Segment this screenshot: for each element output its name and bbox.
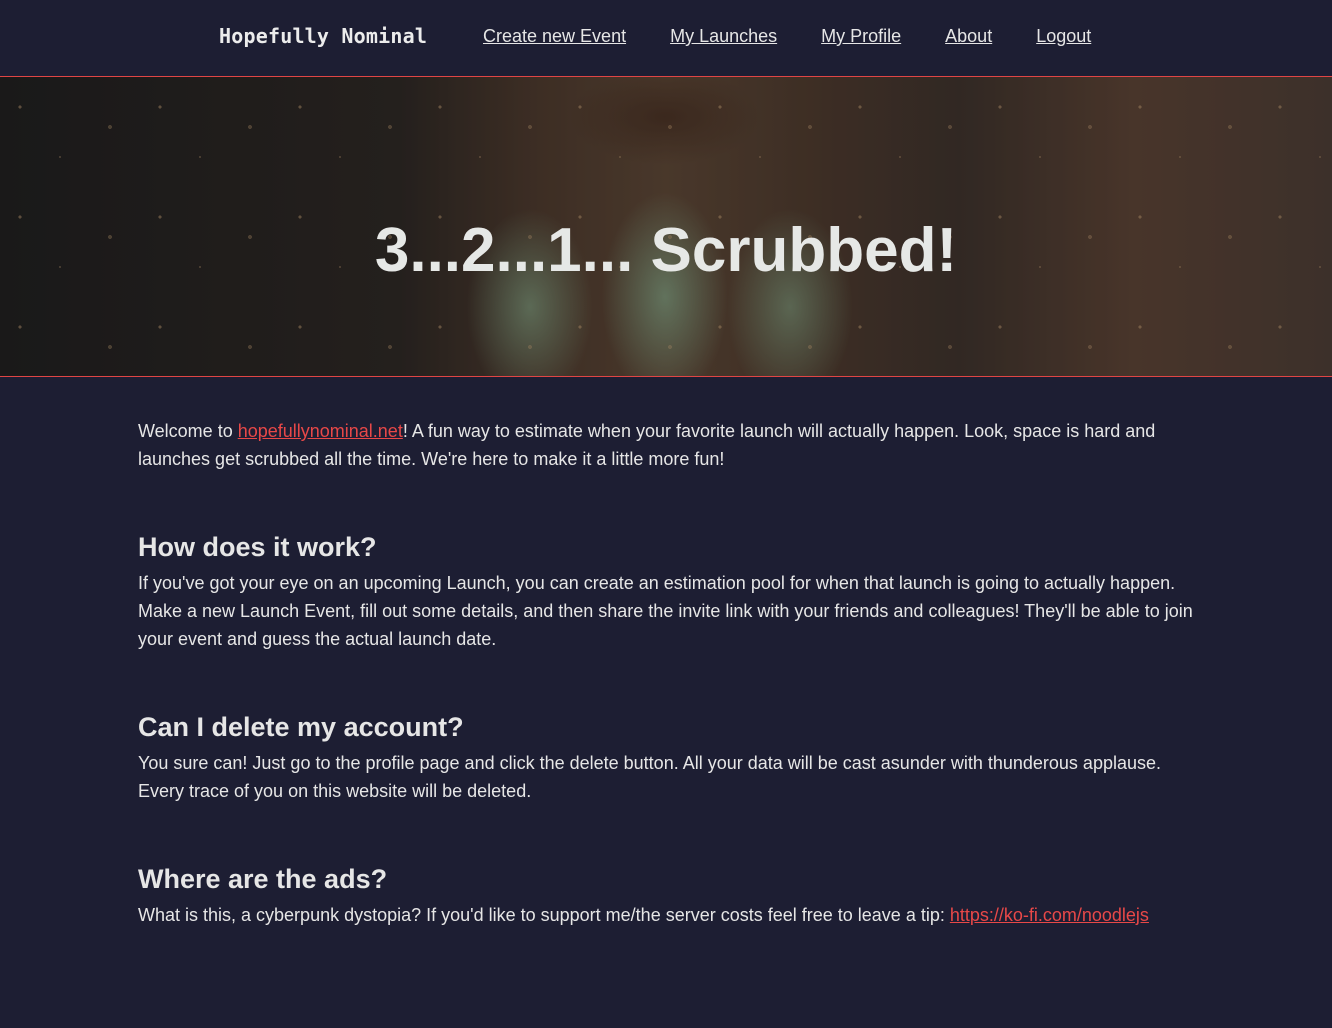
- site-link[interactable]: hopefullynominal.net: [238, 421, 403, 441]
- nav-my-launches[interactable]: My Launches: [670, 26, 777, 47]
- faq-answer: If you've got your eye on an upcoming La…: [138, 573, 1193, 649]
- kofi-link[interactable]: https://ko-fi.com/noodlejs: [950, 905, 1149, 925]
- nav-about[interactable]: About: [945, 26, 992, 47]
- faq-question: How does it work?: [138, 532, 377, 562]
- faq-how-it-works: How does it work? If you've got your eye…: [138, 529, 1198, 653]
- faq-answer: You sure can! Just go to the profile pag…: [138, 753, 1161, 801]
- faq-ads: Where are the ads? What is this, a cyber…: [138, 861, 1198, 929]
- main-content: Welcome to hopefullynominal.net! A fun w…: [138, 377, 1198, 929]
- nav-logout[interactable]: Logout: [1036, 26, 1091, 47]
- intro-paragraph: Welcome to hopefullynominal.net! A fun w…: [138, 421, 1156, 469]
- navbar: Hopefully Nominal Create new Event My La…: [0, 0, 1332, 77]
- faq-question: Can I delete my account?: [138, 712, 464, 742]
- hero-banner: 3...2...1... Scrubbed!: [0, 77, 1332, 377]
- faq-question: Where are the ads?: [138, 864, 388, 894]
- nav-create-event[interactable]: Create new Event: [483, 26, 626, 47]
- nav-links: Create new Event My Launches My Profile …: [483, 26, 1091, 47]
- brand-logo[interactable]: Hopefully Nominal: [219, 24, 427, 48]
- nav-my-profile[interactable]: My Profile: [821, 26, 901, 47]
- faq-answer: What is this, a cyberpunk dystopia? If y…: [138, 905, 1149, 925]
- hero-title: 3...2...1... Scrubbed!: [374, 216, 958, 285]
- faq-delete-account: Can I delete my account? You sure can! J…: [138, 709, 1198, 805]
